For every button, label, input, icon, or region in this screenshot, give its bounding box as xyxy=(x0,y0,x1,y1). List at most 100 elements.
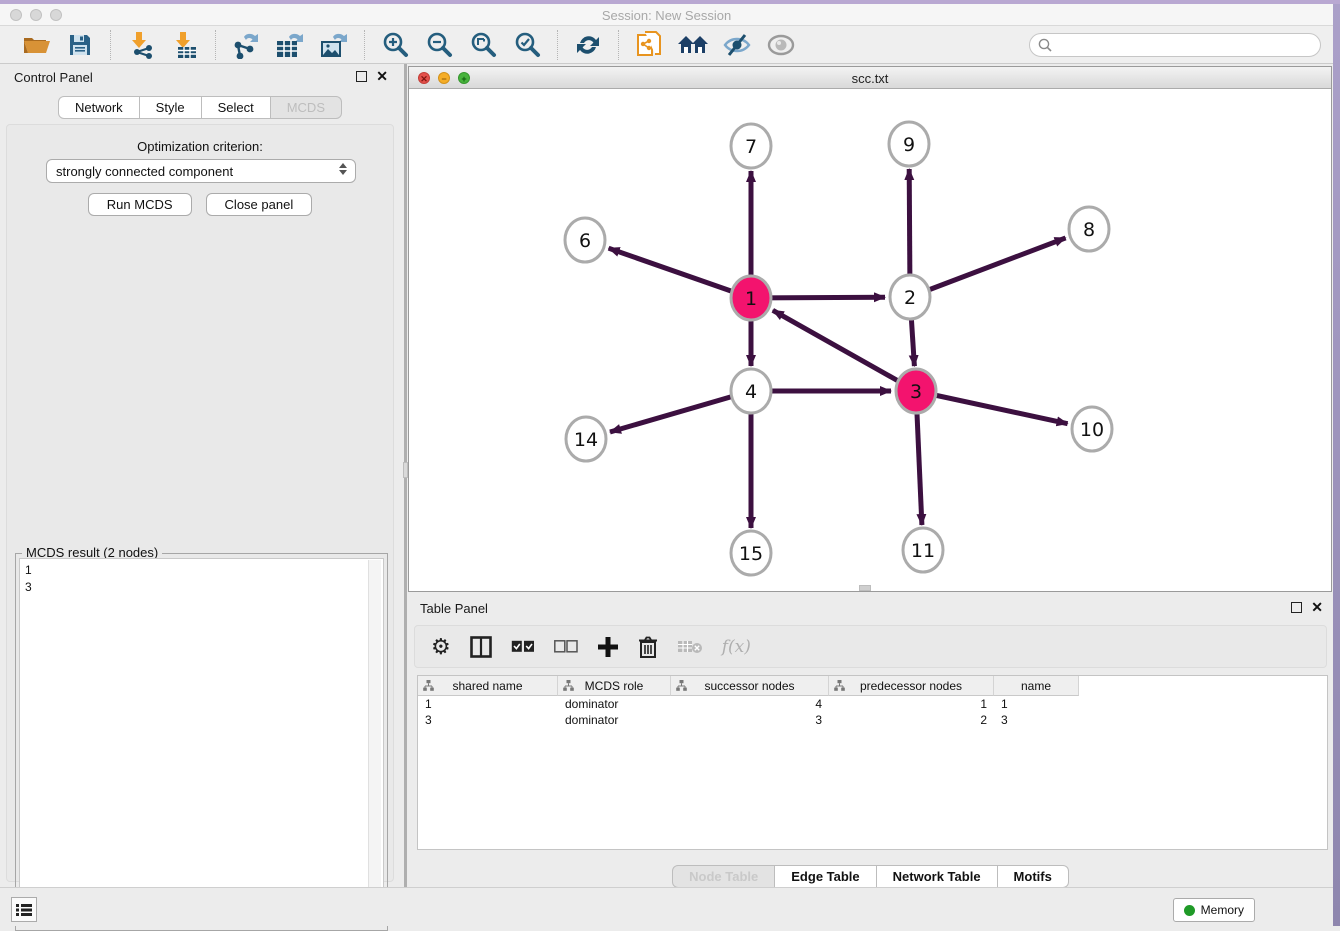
memory-button[interactable]: Memory xyxy=(1173,898,1255,922)
app-title: Session: New Session xyxy=(0,8,1333,23)
column-header-shared-name[interactable]: shared name xyxy=(418,676,558,696)
delete-table-icon[interactable] xyxy=(677,632,703,662)
export-network-icon[interactable] xyxy=(230,30,262,60)
export-image-icon[interactable] xyxy=(318,30,350,60)
table-panel-title: Table Panel xyxy=(420,601,488,616)
run-mcds-button[interactable]: Run MCDS xyxy=(88,193,192,216)
tab-select[interactable]: Select xyxy=(202,96,271,119)
task-list-icon xyxy=(16,903,32,917)
function-builder-icon[interactable]: f(x) xyxy=(722,632,751,662)
close-panel-icon[interactable]: ✕ xyxy=(376,70,388,83)
result-line: 3 xyxy=(25,579,383,596)
table-panel: Table Panel ✕ ⚙ f(x) share xyxy=(408,595,1333,865)
export-table-icon[interactable] xyxy=(274,30,306,60)
hierarchy-icon xyxy=(834,680,845,691)
result-scrollbar[interactable] xyxy=(368,560,381,926)
import-table-icon[interactable] xyxy=(169,30,201,60)
network-resize-handle[interactable] xyxy=(859,585,871,591)
clone-network-icon[interactable] xyxy=(633,30,665,60)
birdseye-icon[interactable] xyxy=(765,30,797,60)
svg-text:7: 7 xyxy=(745,136,757,158)
save-session-icon[interactable] xyxy=(64,30,96,60)
settings-gear-icon[interactable]: ⚙ xyxy=(431,632,451,662)
svg-text:14: 14 xyxy=(574,429,598,451)
graph-node-10: 10 xyxy=(1072,407,1112,451)
tab-network-table[interactable]: Network Table xyxy=(877,865,998,888)
memory-status-icon xyxy=(1184,905,1195,916)
toolbar-separator xyxy=(557,30,558,60)
network-window-title: scc.txt xyxy=(409,71,1331,86)
zoom-in-icon[interactable] xyxy=(379,30,411,60)
refresh-layout-icon[interactable] xyxy=(572,30,604,60)
column-layout-icon[interactable] xyxy=(470,632,492,662)
graph-node-11: 11 xyxy=(903,528,943,572)
result-line: 1 xyxy=(25,562,383,579)
graph-node-1: 1 xyxy=(731,276,771,320)
home-icon[interactable] xyxy=(677,30,709,60)
tab-mcds[interactable]: MCDS xyxy=(271,96,342,119)
deselect-all-checkboxes-icon[interactable] xyxy=(554,632,578,662)
tab-node-table[interactable]: Node Table xyxy=(672,865,775,888)
search-input[interactable] xyxy=(1029,33,1321,57)
hierarchy-icon xyxy=(676,680,687,691)
edge-1-6 xyxy=(609,248,751,298)
table-row[interactable]: 3 dominator 3 2 3 xyxy=(418,712,1327,728)
select-all-checkboxes-icon[interactable] xyxy=(511,632,535,662)
graph-node-4: 4 xyxy=(731,369,771,413)
close-panel-button[interactable]: Close panel xyxy=(206,193,313,216)
node-table[interactable]: shared name MCDS role successor nodes pr… xyxy=(417,675,1328,850)
zoom-fit-icon[interactable] xyxy=(467,30,499,60)
svg-text:9: 9 xyxy=(903,134,915,156)
tab-style[interactable]: Style xyxy=(140,96,202,119)
optimization-criterion-label: Optimization criterion: xyxy=(7,139,393,154)
svg-text:10: 10 xyxy=(1080,419,1104,441)
table-toolbar: ⚙ f(x) xyxy=(414,625,1327,668)
tab-edge-table[interactable]: Edge Table xyxy=(775,865,876,888)
optimization-criterion-select[interactable]: strongly connected component xyxy=(46,159,356,183)
graph-node-6: 6 xyxy=(565,218,605,262)
svg-text:11: 11 xyxy=(911,540,935,562)
table-row[interactable]: 1 dominator 4 1 1 xyxy=(418,696,1327,712)
graph-node-14: 14 xyxy=(566,417,606,461)
svg-text:8: 8 xyxy=(1083,219,1095,241)
tab-motifs[interactable]: Motifs xyxy=(998,865,1069,888)
column-header-name[interactable]: name xyxy=(994,676,1079,696)
toolbar-separator xyxy=(215,30,216,60)
column-header-successor-nodes[interactable]: successor nodes xyxy=(671,676,829,696)
delete-column-icon[interactable] xyxy=(638,632,658,662)
mcds-panel-body: Optimization criterion: strongly connect… xyxy=(6,124,394,882)
column-header-mcds-role[interactable]: MCDS role xyxy=(558,676,671,696)
zoom-out-icon[interactable] xyxy=(423,30,455,60)
toolbar-separator xyxy=(618,30,619,60)
control-panel: Control Panel ✕ Network Style Select MCD… xyxy=(0,64,400,887)
svg-text:1: 1 xyxy=(745,288,757,310)
status-bar: Memory xyxy=(0,887,1333,926)
memory-label: Memory xyxy=(1201,903,1244,917)
column-header-predecessor-nodes[interactable]: predecessor nodes xyxy=(829,676,994,696)
edge-2-8 xyxy=(910,238,1066,297)
add-column-icon[interactable] xyxy=(597,632,619,662)
close-table-panel-icon[interactable]: ✕ xyxy=(1311,601,1323,614)
network-graph[interactable]: 7968124314101511 xyxy=(409,89,1331,591)
float-panel-icon[interactable] xyxy=(356,71,367,82)
mcds-result-textarea[interactable]: 1 3 xyxy=(19,558,384,926)
desktop-background-right xyxy=(1333,4,1340,926)
import-network-icon[interactable] xyxy=(125,30,157,60)
svg-text:2: 2 xyxy=(904,287,916,309)
task-history-button[interactable] xyxy=(11,897,37,922)
network-window-titlebar[interactable]: ✕ − + scc.txt xyxy=(409,67,1331,89)
graph-node-8: 8 xyxy=(1069,207,1109,251)
float-table-panel-icon[interactable] xyxy=(1291,602,1302,613)
main-toolbar xyxy=(0,26,1333,64)
select-stepper-icon xyxy=(339,163,347,175)
zoom-selected-icon[interactable] xyxy=(511,30,543,60)
tab-network[interactable]: Network xyxy=(58,96,140,119)
table-header-row: shared name MCDS role successor nodes pr… xyxy=(418,676,1327,696)
graph-node-7: 7 xyxy=(731,124,771,168)
svg-text:4: 4 xyxy=(745,381,757,403)
network-canvas[interactable]: 7968124314101511 xyxy=(409,89,1331,591)
graph-node-15: 15 xyxy=(731,531,771,575)
toolbar-separator xyxy=(110,30,111,60)
hide-graphics-icon[interactable] xyxy=(721,30,753,60)
open-file-icon[interactable] xyxy=(20,30,52,60)
